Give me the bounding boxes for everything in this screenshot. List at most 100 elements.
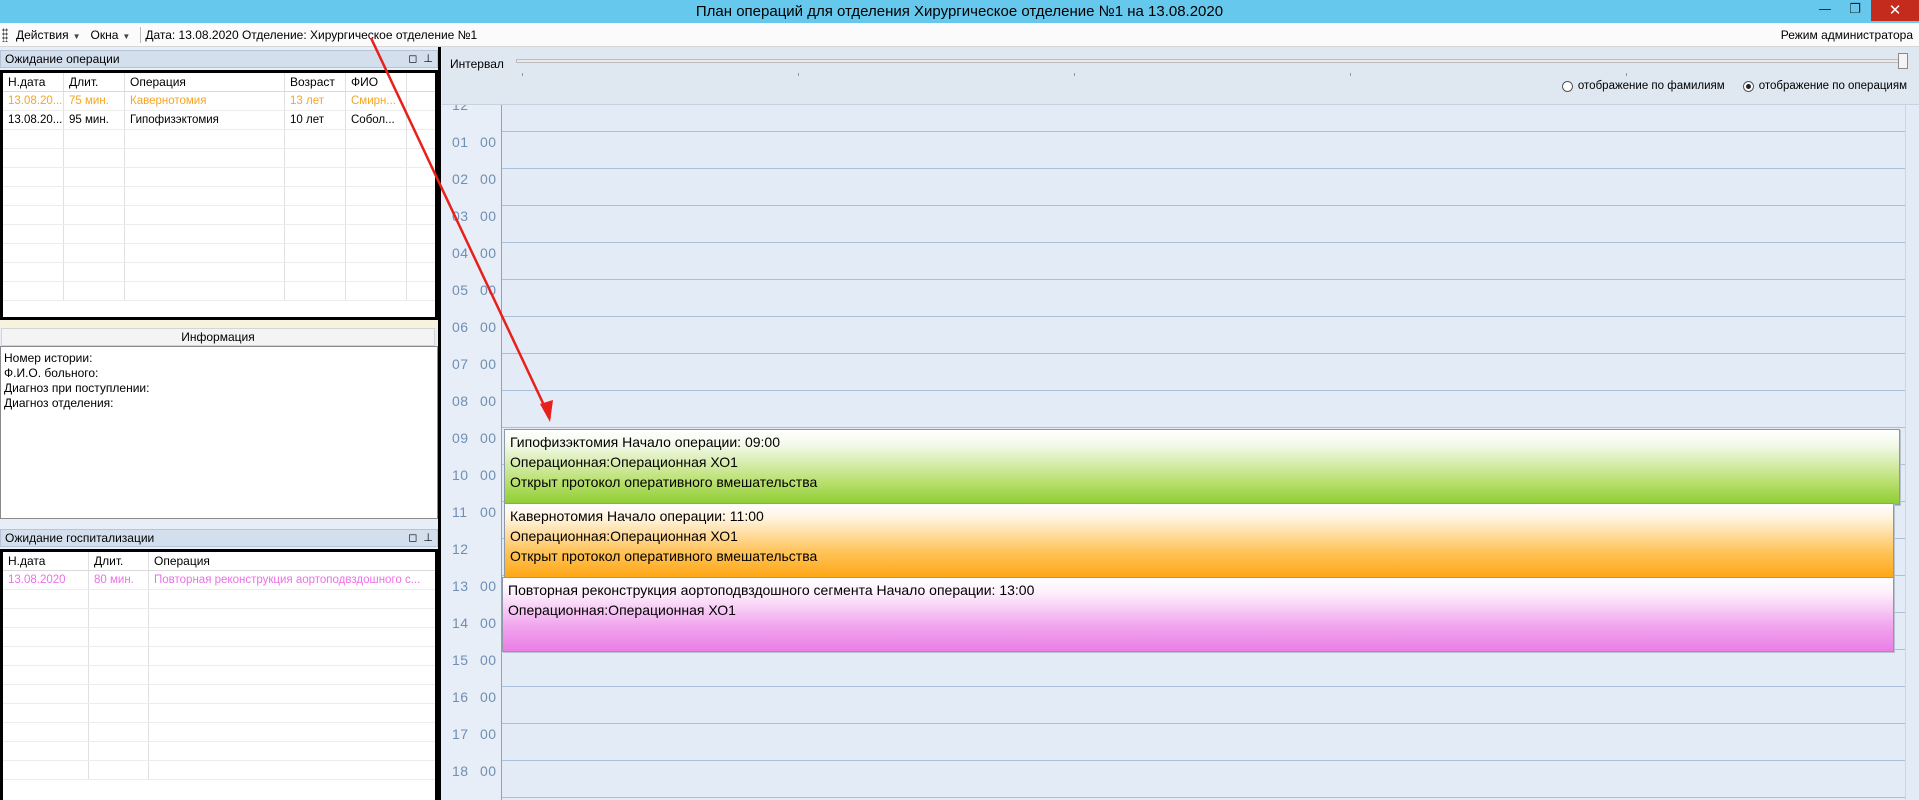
hour-label: 13 xyxy=(452,578,469,594)
interval-slider-thumb[interactable] xyxy=(1898,53,1908,69)
empty-cell xyxy=(64,225,125,243)
schedule-scrollbar[interactable] xyxy=(1905,105,1919,800)
time-slot-line xyxy=(502,131,1905,132)
empty-cell xyxy=(285,244,346,262)
window-titlebar: План операций для отделения Хирургическо… xyxy=(0,0,1919,23)
panel-splitter-strip[interactable] xyxy=(0,320,438,328)
column-header-duration[interactable]: Длит. xyxy=(89,552,149,570)
window-title: План операций для отделения Хирургическо… xyxy=(695,3,1224,20)
restore-button[interactable]: ❐ xyxy=(1841,0,1869,21)
empty-cell xyxy=(3,225,64,243)
time-slot-line xyxy=(502,242,1905,243)
time-slot-label: 03 00 xyxy=(452,208,502,226)
view-by-operation-radio[interactable]: отображение по операциям xyxy=(1742,80,1907,92)
hour-label: 06 xyxy=(452,319,469,335)
pin-icon[interactable]: ⊥ xyxy=(423,53,433,65)
empty-cell xyxy=(346,168,407,186)
radio-button-icon xyxy=(1561,80,1573,92)
hour-label: 04 xyxy=(452,245,469,261)
waiting-operations-header: Ожидание операции ◻ ⊥ xyxy=(0,50,438,68)
empty-cell xyxy=(3,647,89,665)
minute-label: 00 xyxy=(480,319,497,335)
windows-menu[interactable]: Окна ▼ xyxy=(87,28,137,42)
empty-table-row xyxy=(3,149,435,168)
grid-header: Н.дата Длит. Операция xyxy=(3,552,435,571)
empty-cell xyxy=(125,206,285,224)
column-header-operation[interactable]: Операция xyxy=(125,73,285,91)
column-header-operation[interactable]: Операция xyxy=(149,552,435,570)
slider-tick xyxy=(798,73,799,76)
empty-cell xyxy=(89,704,149,722)
time-slot-label: 16 00 xyxy=(452,689,502,707)
empty-table-row xyxy=(3,244,435,263)
time-slot-label: 02 00 xyxy=(452,171,502,189)
empty-cell xyxy=(89,761,149,779)
empty-cell xyxy=(64,282,125,300)
minute-label: 00 xyxy=(480,282,497,298)
slider-tick xyxy=(1626,73,1627,76)
grid-header: Н.дата Длит. Операция Возраст ФИО xyxy=(3,73,435,92)
time-slot-line xyxy=(502,205,1905,206)
empty-cell xyxy=(125,225,285,243)
hour-label: 07 xyxy=(452,356,469,372)
info-panel-body: Номер истории: Ф.И.О. больного: Диагноз … xyxy=(0,346,438,519)
table-row[interactable]: 13.08.2020 80 мин. Повторная реконструкц… xyxy=(3,571,435,590)
minimize-button[interactable]: — xyxy=(1811,0,1839,21)
empty-cell xyxy=(149,647,435,665)
interval-slider[interactable] xyxy=(516,59,1901,63)
table-row[interactable]: 13.08.20... 75 мин. Кавернотомия 13 лет … xyxy=(3,92,435,111)
empty-cell xyxy=(149,609,435,627)
empty-table-row xyxy=(3,761,435,780)
empty-cell xyxy=(3,742,89,760)
time-slot-line xyxy=(502,316,1905,317)
column-header-date[interactable]: Н.дата xyxy=(3,552,89,570)
empty-table-row xyxy=(3,704,435,723)
column-header-duration[interactable]: Длит. xyxy=(64,73,125,91)
empty-cell xyxy=(346,263,407,281)
empty-cell xyxy=(149,666,435,684)
minute-label: 00 xyxy=(480,504,497,520)
actions-menu[interactable]: Действия ▼ xyxy=(12,28,87,42)
vertical-splitter[interactable] xyxy=(438,47,441,800)
appointment-text-line3: Открыт протокол оперативного вмешательст… xyxy=(510,474,818,490)
radio-button-icon xyxy=(1742,80,1754,92)
empty-cell xyxy=(285,130,346,148)
column-header-fio[interactable]: ФИО xyxy=(346,73,407,91)
time-slot-label: 04 00 xyxy=(452,245,502,263)
minute-label: 00 xyxy=(480,652,497,668)
close-button[interactable]: ✕ xyxy=(1871,0,1919,21)
empty-cell xyxy=(125,168,285,186)
hour-label: 10 xyxy=(452,467,469,483)
empty-table-row xyxy=(3,206,435,225)
hour-label: 08 xyxy=(452,393,469,409)
pin-icon[interactable]: ⊥ xyxy=(423,532,433,544)
date-department-info: Дата: 13.08.2020 Отделение: Хирургическо… xyxy=(145,27,478,42)
time-slot-line xyxy=(502,427,1905,428)
view-mode-radio-group: отображение по фамилиям отображение по о… xyxy=(1544,80,1907,92)
view-by-surname-radio[interactable]: отображение по фамилиям xyxy=(1561,80,1725,92)
table-row[interactable]: 13.08.20... 95 мин. Гипофизэктомия 10 ле… xyxy=(3,111,435,130)
empty-cell xyxy=(125,263,285,281)
operation-appointment[interactable]: Гипофизэктомия Начало операции: 09:00 Опе… xyxy=(504,429,1900,505)
window-restore-icon[interactable]: ◻ xyxy=(408,532,417,544)
operation-appointment[interactable]: Повторная реконструкция аортоподвздошног… xyxy=(502,577,1894,652)
view-by-surname-label: отображение по фамилиям xyxy=(1577,80,1725,92)
window-restore-icon[interactable]: ◻ xyxy=(408,53,417,65)
empty-cell xyxy=(3,149,64,167)
hour-label: 18 xyxy=(452,763,469,779)
empty-cell xyxy=(125,187,285,205)
empty-rows xyxy=(3,130,435,301)
minute-label: 00 xyxy=(480,393,497,409)
waiting-hospitalization-grid-frame: Н.дата Длит. Операция 13.08.2020 80 мин.… xyxy=(0,549,438,800)
time-slot-label: 13 00 xyxy=(452,578,502,596)
day-schedule-view[interactable]: 12 01 00 02 00 03 00 04 00 05 00 06 00 07 00 08 00 09 00 10… xyxy=(442,105,1905,800)
empty-cell xyxy=(3,609,89,627)
column-header-age[interactable]: Возраст xyxy=(285,73,346,91)
cell-duration: 75 мин. xyxy=(64,92,125,110)
operation-appointment[interactable]: Кавернотомия Начало операции: 11:00 Опера… xyxy=(504,503,1894,578)
toolbar-grip-icon[interactable] xyxy=(2,27,8,42)
column-header-date[interactable]: Н.дата xyxy=(3,73,64,91)
department-diagnosis-label: Диагноз отделения: xyxy=(4,396,114,410)
empty-table-row xyxy=(3,609,435,628)
waiting-hospitalization-title: Ожидание госпитализации xyxy=(5,531,155,545)
